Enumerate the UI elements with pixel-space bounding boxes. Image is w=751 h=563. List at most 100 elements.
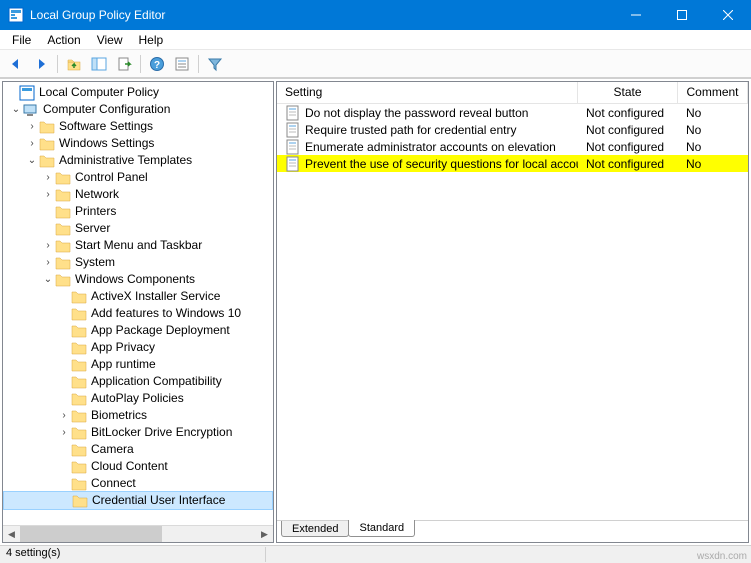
column-setting[interactable]: Setting xyxy=(277,82,578,103)
menu-help[interactable]: Help xyxy=(131,31,172,49)
column-state[interactable]: State xyxy=(578,82,678,103)
scroll-thumb[interactable] xyxy=(20,526,162,543)
tree-app-package[interactable]: ›App Package Deployment xyxy=(3,322,273,339)
tree-server[interactable]: ›Server xyxy=(3,220,273,237)
chevron-right-icon[interactable]: › xyxy=(25,135,39,152)
tree-label: App Package Deployment xyxy=(91,322,230,339)
toolbar: ? xyxy=(0,50,751,78)
tree-windows-components[interactable]: ⌄ Windows Components xyxy=(3,271,273,288)
policy-comment: No xyxy=(678,106,748,120)
tree-cloud-content[interactable]: ›Cloud Content xyxy=(3,458,273,475)
chevron-right-icon[interactable]: › xyxy=(57,424,71,441)
tree-system[interactable]: ›System xyxy=(3,254,273,271)
separator xyxy=(57,55,58,73)
policy-comment: No xyxy=(678,157,748,171)
chevron-right-icon[interactable]: › xyxy=(57,407,71,424)
tree-autoplay[interactable]: ›AutoPlay Policies xyxy=(3,390,273,407)
menu-view[interactable]: View xyxy=(89,31,131,49)
tree-start-menu-taskbar[interactable]: › Start Menu and Taskbar xyxy=(3,237,273,254)
chevron-right-icon[interactable]: › xyxy=(41,254,55,271)
back-button[interactable] xyxy=(4,53,28,75)
menu-file[interactable]: File xyxy=(4,31,39,49)
chevron-right-icon[interactable]: › xyxy=(41,169,55,186)
up-level-button[interactable] xyxy=(62,53,86,75)
policy-icon xyxy=(285,139,301,155)
export-list-button[interactable] xyxy=(112,53,136,75)
tree-label: Control Panel xyxy=(75,169,148,186)
tree-bitlocker[interactable]: › BitLocker Drive Encryption xyxy=(3,424,273,441)
svg-text:?: ? xyxy=(154,60,160,71)
separator xyxy=(140,55,141,73)
policy-state: Not configured xyxy=(578,140,678,154)
policy-icon xyxy=(285,156,301,172)
list-row[interactable]: Require trusted path for credential entr… xyxy=(277,121,748,138)
tree-label: Cloud Content xyxy=(91,458,168,475)
tree-label: Windows Components xyxy=(75,271,195,288)
scroll-right-button[interactable]: ▶ xyxy=(256,526,273,543)
tree-network[interactable]: › Network xyxy=(3,186,273,203)
tree-label: Add features to Windows 10 xyxy=(91,305,241,322)
list-row[interactable]: Do not display the password reveal butto… xyxy=(277,104,748,121)
list-header: Setting State Comment xyxy=(277,82,748,104)
menu-action[interactable]: Action xyxy=(39,31,88,49)
tree-root[interactable]: ▶Local Computer Policy xyxy=(3,84,273,101)
tree-control-panel[interactable]: › Control Panel xyxy=(3,169,273,186)
close-button[interactable] xyxy=(705,0,751,30)
tree-activex[interactable]: ›ActiveX Installer Service xyxy=(3,288,273,305)
tree-app-compat[interactable]: ›Application Compatibility xyxy=(3,373,273,390)
tree-admin-templates[interactable]: ⌄ Administrative Templates xyxy=(3,152,273,169)
tree-camera[interactable]: ›Camera xyxy=(3,441,273,458)
policy-name: Prevent the use of security questions fo… xyxy=(305,157,578,171)
tree-credential-ui[interactable]: ›Credential User Interface xyxy=(3,491,273,510)
chevron-right-icon[interactable]: › xyxy=(41,186,55,203)
tree-app-privacy[interactable]: ›App Privacy xyxy=(3,339,273,356)
tab-extended[interactable]: Extended xyxy=(281,521,349,537)
chevron-right-icon[interactable]: › xyxy=(25,118,39,135)
tree-add-features[interactable]: ›Add features to Windows 10 xyxy=(3,305,273,322)
list-row[interactable]: Enumerate administrator accounts on elev… xyxy=(277,138,748,155)
show-hide-tree-button[interactable] xyxy=(87,53,111,75)
watermark: wsxdn.com xyxy=(697,551,747,562)
policy-icon xyxy=(285,105,301,121)
chevron-down-icon[interactable]: ⌄ xyxy=(41,271,55,288)
column-comment[interactable]: Comment xyxy=(678,82,748,103)
chevron-down-icon[interactable]: ⌄ xyxy=(25,152,39,169)
tree-software-settings[interactable]: ›Software Settings xyxy=(3,118,273,135)
policy-name: Enumerate administrator accounts on elev… xyxy=(305,140,556,154)
tree-label: App runtime xyxy=(91,356,156,373)
tree-windows-settings[interactable]: ›Windows Settings xyxy=(3,135,273,152)
scroll-track[interactable] xyxy=(20,526,256,543)
tree-connect[interactable]: ›Connect xyxy=(3,475,273,492)
tree-app-runtime[interactable]: ›App runtime xyxy=(3,356,273,373)
tree-label: Administrative Templates xyxy=(59,152,192,169)
tree-scrollbar-horizontal[interactable]: ◀ ▶ xyxy=(3,525,273,542)
scroll-left-button[interactable]: ◀ xyxy=(3,526,20,543)
window-title: Local Group Policy Editor xyxy=(30,8,613,22)
properties-button[interactable] xyxy=(170,53,194,75)
forward-button[interactable] xyxy=(29,53,53,75)
policy-tree[interactable]: ▶Local Computer Policy ⌄Computer Configu… xyxy=(3,82,273,525)
maximize-button[interactable] xyxy=(659,0,705,30)
tree-label: Start Menu and Taskbar xyxy=(75,237,202,254)
tree-label: App Privacy xyxy=(91,339,155,356)
filter-button[interactable] xyxy=(203,53,227,75)
minimize-button[interactable] xyxy=(613,0,659,30)
chevron-down-icon[interactable]: ⌄ xyxy=(9,101,23,118)
tree-label: Network xyxy=(75,186,119,203)
tree-label: Local Computer Policy xyxy=(39,84,159,101)
chevron-right-icon[interactable]: › xyxy=(41,237,55,254)
tree-label: BitLocker Drive Encryption xyxy=(91,424,232,441)
tab-standard[interactable]: Standard xyxy=(348,520,415,537)
tree-biometrics[interactable]: ›Biometrics xyxy=(3,407,273,424)
list-row[interactable]: Prevent the use of security questions fo… xyxy=(277,155,748,172)
tree-printers[interactable]: ›Printers xyxy=(3,203,273,220)
separator xyxy=(198,55,199,73)
menubar: File Action View Help xyxy=(0,30,751,50)
tree-computer-config[interactable]: ⌄Computer Configuration xyxy=(3,101,273,118)
policy-state: Not configured xyxy=(578,123,678,137)
help-button[interactable]: ? xyxy=(145,53,169,75)
settings-list[interactable]: Do not display the password reveal butto… xyxy=(277,104,748,520)
policy-comment: No xyxy=(678,140,748,154)
tree-label: Printers xyxy=(75,203,116,220)
app-icon xyxy=(8,7,24,23)
